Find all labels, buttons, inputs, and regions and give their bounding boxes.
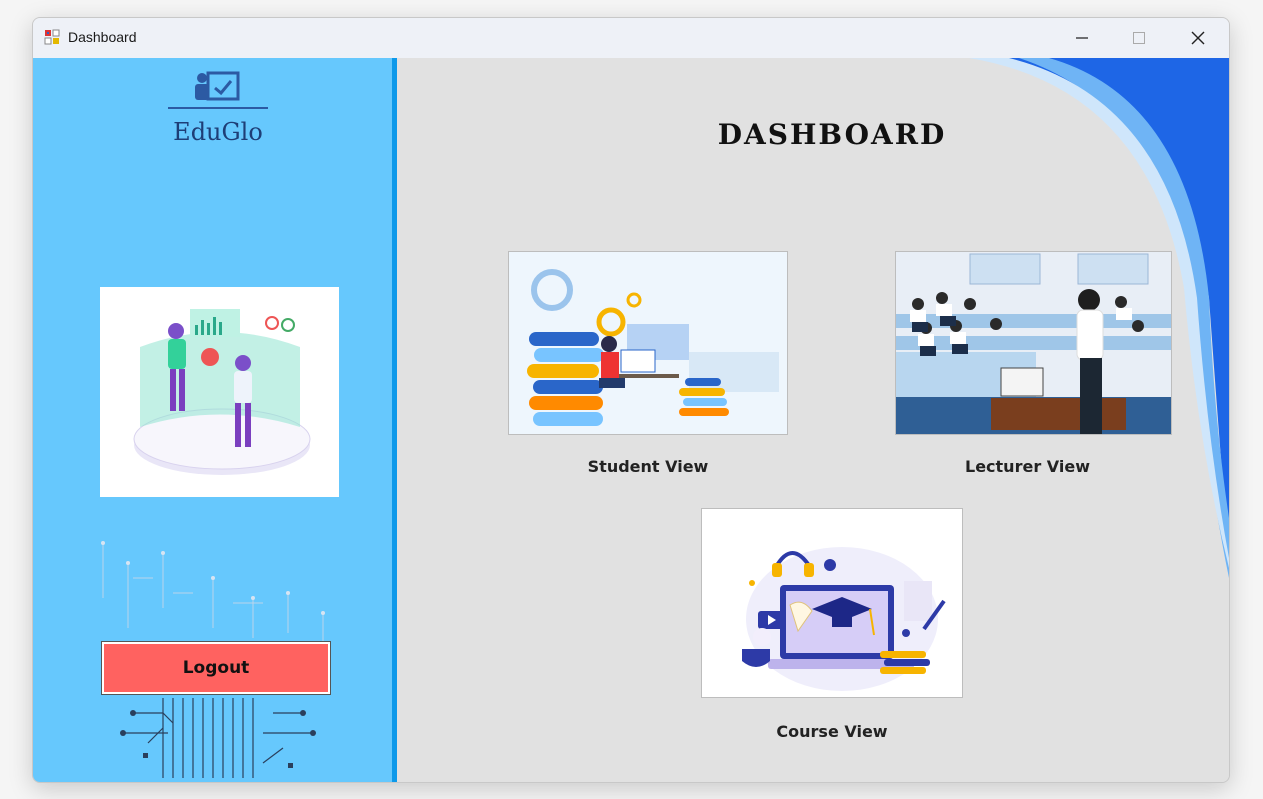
- course-view-card[interactable]: [701, 508, 963, 698]
- teacher-board-icon: [168, 71, 268, 109]
- hero-illustration: [100, 287, 339, 497]
- minimize-button[interactable]: [1053, 18, 1111, 58]
- lecturer-view-label[interactable]: Lecturer View: [895, 457, 1160, 476]
- app-window: Dashboard EduGlo Logout DASHBOARD Studen…: [32, 17, 1230, 783]
- close-button[interactable]: [1169, 18, 1227, 58]
- student-illustration: [509, 252, 787, 434]
- main-panel: DASHBOARD Student View Lecturer View Cou…: [397, 58, 1229, 782]
- lecturer-view-card[interactable]: [895, 251, 1172, 435]
- course-illustration: [702, 509, 962, 697]
- logo: EduGlo: [163, 70, 273, 146]
- sidebar: EduGlo Logout: [33, 58, 397, 782]
- app-icon: [44, 29, 60, 45]
- title-bar: Dashboard: [33, 18, 1229, 58]
- lecturer-illustration: [896, 252, 1171, 434]
- maximize-button[interactable]: [1110, 18, 1168, 58]
- student-view-label[interactable]: Student View: [508, 457, 788, 476]
- dashboard-heading: DASHBOARD: [717, 118, 947, 151]
- maximize-icon: [1133, 32, 1145, 44]
- window-title: Dashboard: [68, 29, 137, 45]
- logout-button[interactable]: Logout: [101, 641, 331, 695]
- student-view-card[interactable]: [508, 251, 788, 435]
- course-view-label[interactable]: Course View: [701, 722, 963, 741]
- minimize-icon: [1076, 37, 1088, 39]
- close-icon: [1191, 31, 1205, 45]
- logo-text: EduGlo: [173, 118, 263, 146]
